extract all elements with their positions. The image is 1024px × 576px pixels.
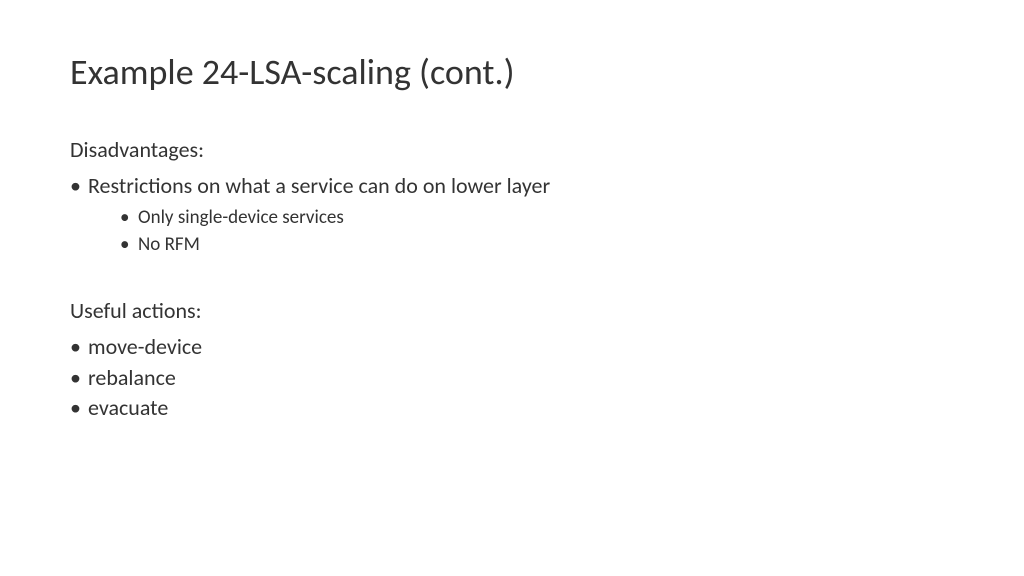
list-item-text: Restrictions on what a service can do on… <box>88 172 550 199</box>
list-item: rebalance <box>70 363 954 394</box>
section-disadvantages: Disadvantages: Restrictions on what a se… <box>70 136 954 259</box>
section-heading-disadvantages: Disadvantages: <box>70 136 954 163</box>
section-useful-actions: Useful actions: move-device rebalance ev… <box>70 297 954 424</box>
section-heading-useful-actions: Useful actions: <box>70 297 954 324</box>
sub-list-item: No RFM <box>120 231 954 259</box>
list-item: Restrictions on what a service can do on… <box>70 171 954 259</box>
list-item: evacuate <box>70 393 954 424</box>
sub-list-item: Only single-device services <box>120 204 954 232</box>
bullet-list-disadvantages: Restrictions on what a service can do on… <box>70 171 954 259</box>
slide-title: Example 24-LSA-scaling (cont.) <box>70 50 954 94</box>
bullet-list-useful-actions: move-device rebalance evacuate <box>70 332 954 424</box>
list-item: move-device <box>70 332 954 363</box>
sub-bullet-list: Only single-device services No RFM <box>88 204 954 259</box>
